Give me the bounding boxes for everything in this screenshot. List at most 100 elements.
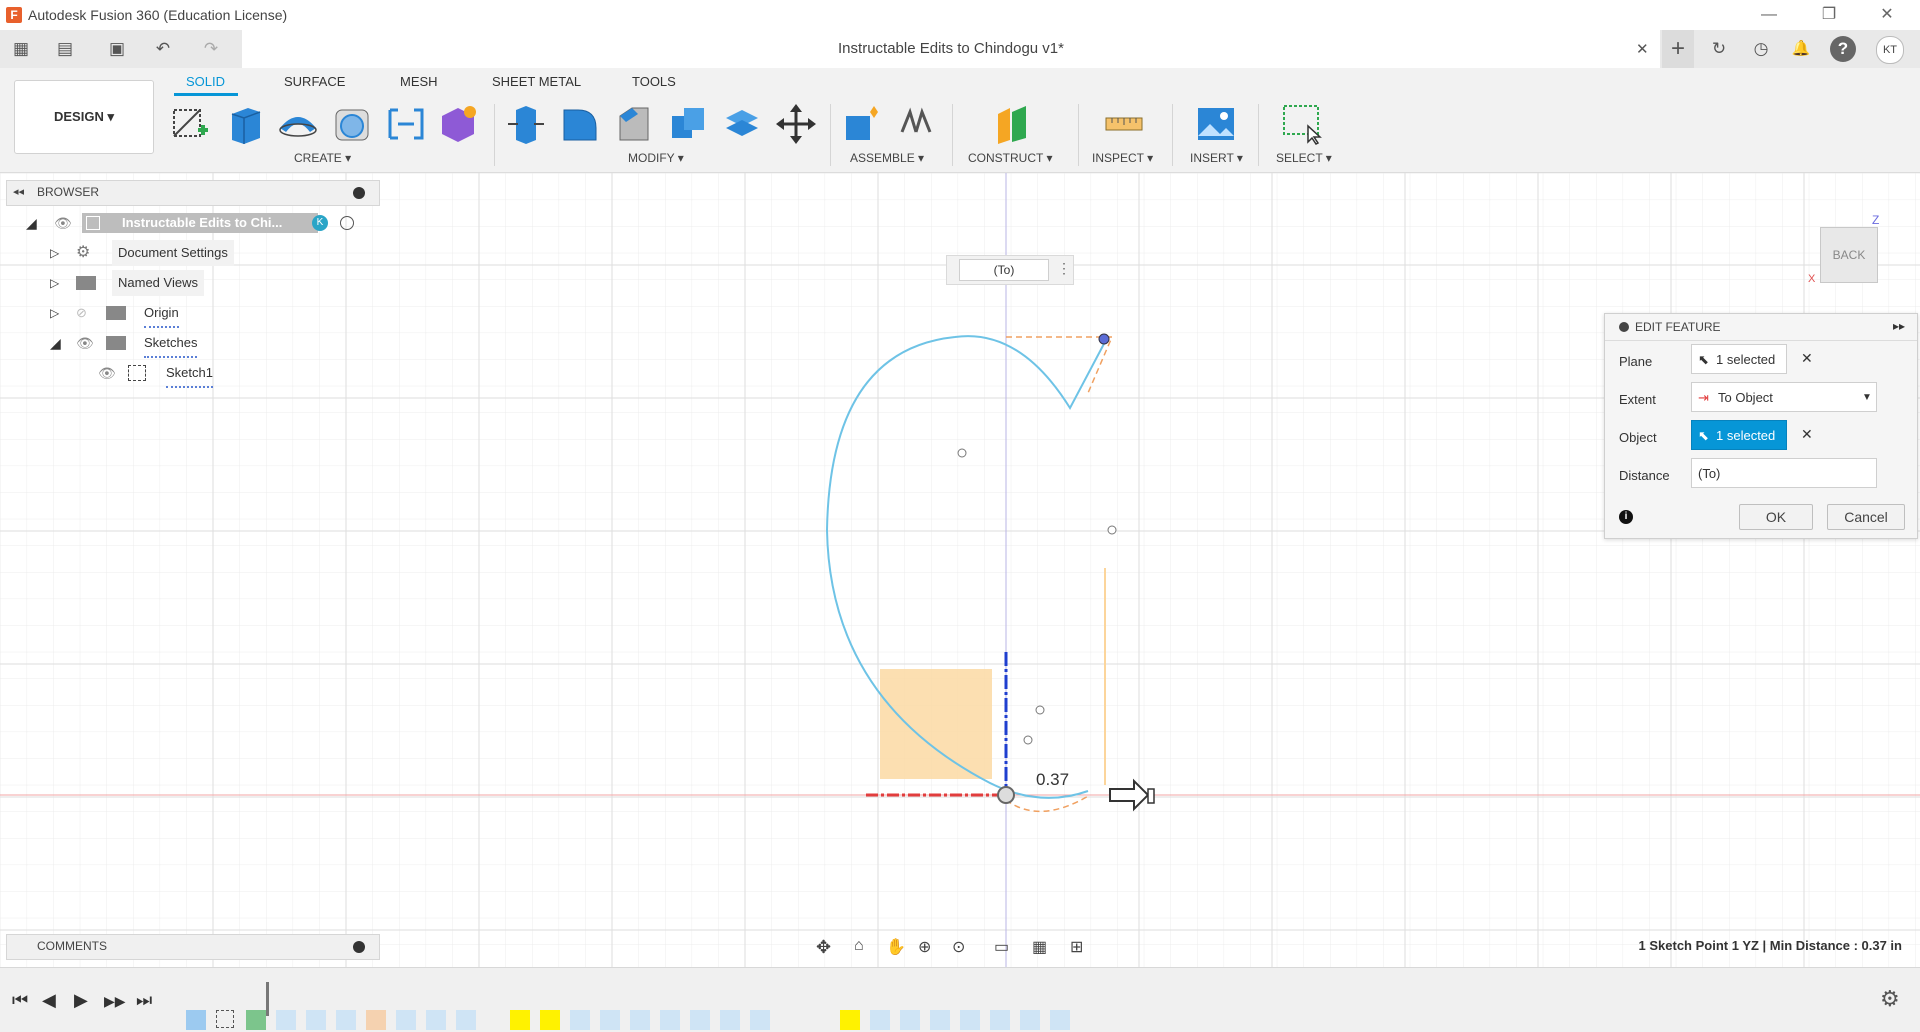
timeline-sketch-highlighted[interactable] <box>840 1010 860 1030</box>
tab-sheet-metal[interactable]: SHEET METAL <box>492 74 581 89</box>
zoom-icon[interactable]: ⊕ <box>918 937 931 957</box>
play-icon[interactable]: ▶ <box>74 990 88 1011</box>
browser-pin-icon[interactable] <box>353 187 365 199</box>
chamfer-icon[interactable] <box>612 102 656 146</box>
app-grid-icon[interactable]: ▦ <box>8 36 34 62</box>
clear-plane-icon[interactable]: ✕ <box>1801 350 1813 367</box>
offset-plane-icon[interactable] <box>990 102 1034 146</box>
fillet-icon[interactable] <box>558 102 602 146</box>
timeline-feature[interactable] <box>690 1010 710 1030</box>
job-status-icon[interactable]: ↻ <box>1706 36 1732 62</box>
browser-item-sketch1[interactable]: 👁 Sketch1 <box>14 360 314 388</box>
go-to-end-icon[interactable]: ⏭ <box>136 990 152 1011</box>
create-sketch-icon[interactable] <box>168 102 212 146</box>
select-icon[interactable] <box>1280 102 1324 146</box>
create-form-icon[interactable] <box>436 102 480 146</box>
redo-icon[interactable]: ↷ <box>194 36 228 62</box>
help-icon[interactable]: ? <box>1830 36 1856 62</box>
expand-dialog-icon[interactable]: ▸▸ <box>1893 319 1905 333</box>
ok-button[interactable]: OK <box>1739 504 1813 530</box>
timeline-feature[interactable] <box>870 1010 890 1030</box>
timeline-feature[interactable] <box>750 1010 770 1030</box>
timeline-feature[interactable] <box>900 1010 920 1030</box>
timeline-feature[interactable] <box>366 1010 386 1030</box>
sketch-point[interactable] <box>1098 333 1110 345</box>
visibility-eye-icon[interactable]: 👁 <box>98 360 116 386</box>
object-selection[interactable]: ⬉ 1 selected <box>1691 420 1787 450</box>
timeline-feature-highlighted[interactable] <box>540 1010 560 1030</box>
timeline-marker[interactable] <box>266 982 269 1016</box>
timeline-feature[interactable] <box>306 1010 326 1030</box>
timeline-feature[interactable] <box>456 1010 476 1030</box>
origin-point[interactable] <box>997 786 1015 804</box>
timeline-feature[interactable] <box>570 1010 590 1030</box>
look-at-icon[interactable]: ⌂ <box>854 937 864 955</box>
timeline-sketch[interactable] <box>216 1010 234 1028</box>
file-menu-icon[interactable]: ▤ <box>48 36 82 62</box>
notification-bell-icon[interactable]: 🔔 <box>1788 36 1814 62</box>
modify-group-label[interactable]: MODIFY ▾ <box>628 151 684 165</box>
info-icon[interactable]: i <box>1619 510 1633 524</box>
collapse-triangle-icon[interactable]: ◢ <box>26 210 37 236</box>
assemble-group-label[interactable]: ASSEMBLE ▾ <box>850 151 924 165</box>
extent-dropdown[interactable]: ⇥ To Object ▼ <box>1691 382 1877 412</box>
timeline-feature[interactable] <box>396 1010 416 1030</box>
timeline-settings-gear-icon[interactable]: ⚙ <box>1880 986 1900 1012</box>
root-component-name[interactable]: Instructable Edits to Chi... <box>122 210 282 236</box>
browser-panel-header[interactable]: ◂◂ BROWSER <box>6 180 380 206</box>
comments-panel-header[interactable]: COMMENTS <box>6 934 380 960</box>
timeline-feature[interactable] <box>990 1010 1010 1030</box>
timeline-sketch-highlighted[interactable] <box>510 1010 530 1030</box>
undo-icon[interactable]: ↶ <box>146 36 180 62</box>
shell-icon[interactable] <box>330 102 374 146</box>
activate-badge-icon[interactable]: K <box>312 215 328 231</box>
timeline-feature[interactable] <box>186 1010 206 1030</box>
tab-mesh[interactable]: MESH <box>400 74 438 89</box>
timeline-feature[interactable] <box>276 1010 296 1030</box>
expand-triangle-icon[interactable]: ▷ <box>50 270 59 296</box>
close-window-button[interactable]: ✕ <box>1870 4 1904 26</box>
collapse-dialog-icon[interactable] <box>1619 322 1629 332</box>
construct-group-label[interactable]: CONSTRUCT ▾ <box>968 151 1052 165</box>
browser-item-sketches[interactable]: ◢ 👁 Sketches <box>14 330 314 358</box>
grid-settings-icon[interactable]: ▦ <box>1032 937 1047 957</box>
revolve-icon[interactable] <box>276 102 320 146</box>
sketch-point[interactable] <box>957 448 967 458</box>
distance-input[interactable]: (To) <box>1691 458 1877 488</box>
timeline-feature[interactable] <box>720 1010 740 1030</box>
more-options-icon[interactable]: ⋮ <box>1057 260 1071 277</box>
sketch-point[interactable] <box>1107 525 1117 535</box>
clear-object-icon[interactable]: ✕ <box>1801 426 1813 443</box>
move-copy-icon[interactable] <box>774 102 818 146</box>
orbit-icon[interactable]: ✥ <box>816 937 831 958</box>
timeline-plane[interactable] <box>246 1010 266 1030</box>
timeline-feature[interactable] <box>960 1010 980 1030</box>
insert-group-label[interactable]: INSERT ▾ <box>1190 151 1243 165</box>
timeline-feature[interactable] <box>630 1010 650 1030</box>
cancel-button[interactable]: Cancel <box>1827 504 1905 530</box>
timeline-feature[interactable] <box>426 1010 446 1030</box>
inspect-group-label[interactable]: INSPECT ▾ <box>1092 151 1153 165</box>
profile-region[interactable] <box>880 669 992 779</box>
close-tab-icon[interactable]: ✕ <box>1636 40 1649 58</box>
sketch-point[interactable] <box>1035 705 1045 715</box>
split-body-icon[interactable] <box>720 102 764 146</box>
new-component-icon[interactable] <box>840 102 884 146</box>
visibility-eye-icon[interactable]: 👁 <box>54 210 72 236</box>
document-tab[interactable]: Instructable Edits to Chindogu v1* ✕ <box>242 30 1660 68</box>
browser-item-origin[interactable]: ▷ ⊘ Origin <box>14 300 314 328</box>
viewports-icon[interactable]: ⊞ <box>1070 937 1083 957</box>
sketch-point[interactable] <box>1023 735 1033 745</box>
expand-triangle-icon[interactable]: ▷ <box>50 240 59 266</box>
pan-hand-icon[interactable]: ✋ <box>886 937 906 957</box>
tab-solid[interactable]: SOLID <box>186 74 225 89</box>
distance-input-chip[interactable]: (To) ⋮ <box>946 255 1074 285</box>
user-avatar[interactable]: KT <box>1876 36 1904 64</box>
measure-icon[interactable] <box>1102 102 1146 146</box>
hidden-eye-icon[interactable]: ⊘ <box>76 300 87 326</box>
step-forward-icon[interactable]: ▶▶ <box>104 993 126 1010</box>
new-tab-icon[interactable]: + <box>1662 30 1694 68</box>
tab-surface[interactable]: SURFACE <box>284 74 345 89</box>
dimension-value[interactable]: 0.37 <box>1036 770 1069 790</box>
distance-chip-value[interactable]: (To) <box>959 259 1049 281</box>
